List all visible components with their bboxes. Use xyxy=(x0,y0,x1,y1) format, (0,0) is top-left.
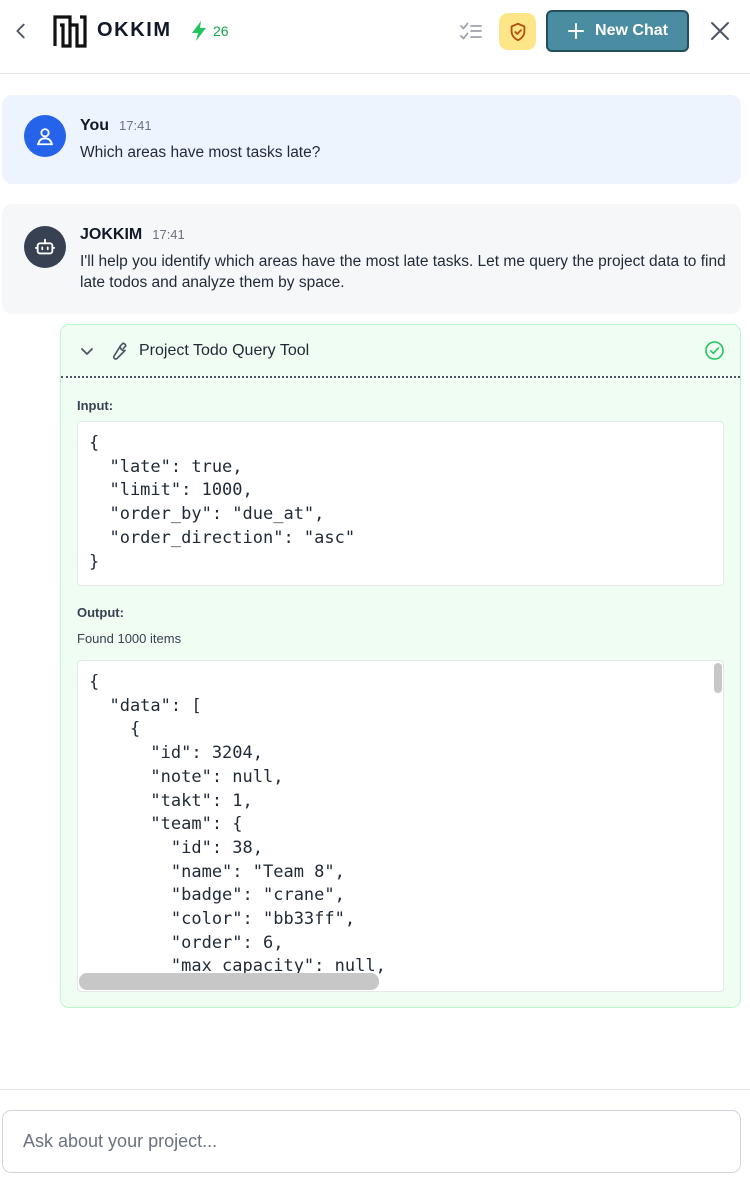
chevron-left-icon xyxy=(16,23,25,39)
checklist-icon xyxy=(460,22,482,40)
input-code-block: { "late": true, "limit": 1000, "order_by… xyxy=(77,421,724,586)
check-circle-icon xyxy=(705,341,724,360)
plus-icon xyxy=(568,23,585,39)
app-header: OKKIM 26 New Chat xyxy=(0,0,750,74)
assistant-message: JOKKIM 17:41 I'll help you identify whic… xyxy=(2,204,741,314)
robot-icon xyxy=(34,238,56,255)
close-button[interactable] xyxy=(707,18,733,44)
back-button[interactable] xyxy=(10,19,32,43)
close-icon xyxy=(711,22,729,40)
message-time: 17:41 xyxy=(152,227,185,242)
new-chat-label: New Chat xyxy=(595,22,668,39)
assistant-avatar xyxy=(24,226,66,268)
new-chat-button[interactable]: New Chat xyxy=(546,10,689,52)
vertical-scrollbar[interactable] xyxy=(714,663,722,693)
message-time: 17:41 xyxy=(119,118,152,133)
message-header: You 17:41 xyxy=(80,117,152,135)
task-list-button[interactable] xyxy=(457,18,485,44)
found-count-text: Found 1000 items xyxy=(77,631,182,646)
shield-check-icon xyxy=(510,22,525,41)
user-icon xyxy=(36,128,54,146)
message-text: Which areas have most tasks late? xyxy=(80,144,321,161)
output-code: { "data": [ { "id": 3204, "note": null, … xyxy=(89,672,386,977)
user-avatar xyxy=(24,115,66,157)
composer-divider xyxy=(0,1089,750,1090)
message-text: I'll help you identify which areas have … xyxy=(80,253,726,291)
input-label: Input: xyxy=(77,398,114,413)
message-author: JOKKIM xyxy=(80,226,143,243)
credits-count: 26 xyxy=(213,23,229,39)
user-message: You 17:41 Which areas have most tasks la… xyxy=(2,95,741,184)
lightning-icon xyxy=(192,21,206,41)
tool-title: Project Todo Query Tool xyxy=(139,342,310,359)
okkim-logo-icon xyxy=(53,15,87,48)
horizontal-scrollbar[interactable] xyxy=(79,973,379,990)
input-code: { "late": true, "limit": 1000, "order_by… xyxy=(89,433,356,572)
security-button[interactable] xyxy=(499,13,536,50)
tool-call-header[interactable]: Project Todo Query Tool xyxy=(61,325,740,378)
brand-name: OKKIM xyxy=(97,19,172,41)
output-code-block[interactable]: { "data": [ { "id": 3204, "note": null, … xyxy=(77,660,724,992)
chat-input[interactable] xyxy=(2,1110,741,1173)
chevron-down-icon[interactable] xyxy=(79,343,95,359)
output-label: Output: xyxy=(77,605,124,620)
tool-call-card: Project Todo Query Tool Input: { "late":… xyxy=(60,324,741,1008)
credits-indicator: 26 xyxy=(189,20,229,42)
message-header: JOKKIM 17:41 xyxy=(80,226,185,244)
message-author: You xyxy=(80,117,110,134)
wrench-icon xyxy=(113,342,127,360)
